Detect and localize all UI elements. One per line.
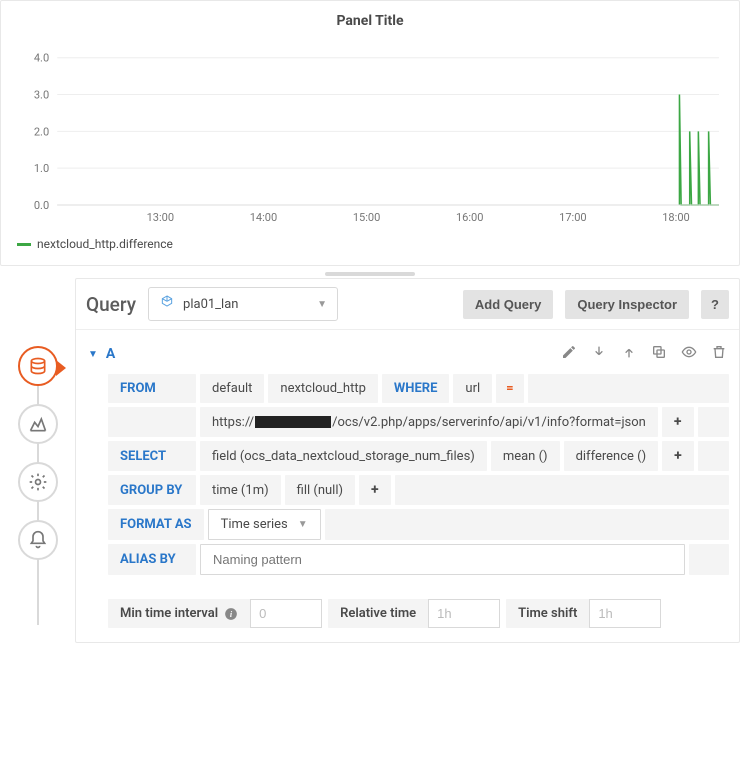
tab-queries[interactable] bbox=[18, 346, 58, 386]
segment-fill bbox=[325, 509, 729, 540]
svg-text:13:00: 13:00 bbox=[147, 211, 175, 224]
svg-text:14:00: 14:00 bbox=[250, 211, 278, 224]
where-keyword: WHERE bbox=[382, 374, 450, 403]
query-row-letter: A bbox=[106, 346, 115, 362]
from-label: FROM bbox=[108, 374, 196, 403]
edit-icon[interactable] bbox=[561, 344, 577, 364]
delete-icon[interactable] bbox=[711, 344, 727, 364]
svg-text:3.0: 3.0 bbox=[34, 89, 49, 102]
datasource-picker[interactable]: pla01_lan ▼ bbox=[148, 287, 338, 321]
from-measurement[interactable]: nextcloud_http bbox=[268, 374, 377, 403]
time-shift-label: Time shift bbox=[506, 599, 589, 628]
redacted-host bbox=[255, 416, 331, 428]
svg-text:4.0: 4.0 bbox=[34, 52, 49, 65]
select-add-button[interactable]: + bbox=[662, 441, 694, 471]
select-field[interactable]: field (ocs_data_nextcloud_storage_num_fi… bbox=[200, 441, 487, 471]
query-editor: Query pla01_lan ▼ Add Query Query Inspec… bbox=[75, 278, 740, 643]
svg-text:2.0: 2.0 bbox=[34, 125, 49, 138]
add-query-button[interactable]: Add Query bbox=[463, 290, 553, 319]
legend-label: nextcloud_http.difference bbox=[37, 237, 173, 251]
min-interval-input[interactable] bbox=[259, 600, 313, 627]
relative-time-input[interactable] bbox=[437, 600, 491, 627]
segment-fill bbox=[689, 544, 729, 575]
query-heading: Query bbox=[86, 293, 136, 316]
min-interval-label: Min time interval i bbox=[108, 599, 250, 628]
select-label: SELECT bbox=[108, 441, 196, 471]
formatas-select[interactable]: Time series ▼ bbox=[208, 509, 321, 540]
query-row-a-header[interactable]: ▼ A bbox=[86, 338, 729, 370]
segment-fill bbox=[395, 475, 729, 505]
editor-tabs bbox=[0, 278, 75, 643]
svg-text:18:00: 18:00 bbox=[662, 211, 690, 224]
svg-text:15:00: 15:00 bbox=[353, 211, 381, 224]
collapse-icon: ▼ bbox=[88, 349, 98, 360]
move-down-icon[interactable] bbox=[591, 344, 607, 364]
groupby-add-button[interactable]: + bbox=[359, 475, 391, 505]
select-difference[interactable]: difference () bbox=[564, 441, 659, 471]
legend[interactable]: nextcloud_http.difference bbox=[11, 233, 729, 253]
from-retention-policy[interactable]: default bbox=[200, 374, 264, 403]
segment-fill bbox=[698, 441, 729, 471]
svg-text:17:00: 17:00 bbox=[559, 211, 587, 224]
segment-fill bbox=[698, 407, 729, 437]
groupby-time[interactable]: time (1m) bbox=[200, 475, 281, 505]
caret-down-icon: ▼ bbox=[317, 299, 327, 310]
svg-text:16:00: 16:00 bbox=[456, 211, 484, 224]
toggle-visibility-icon[interactable] bbox=[681, 344, 697, 364]
aliasby-input-wrap bbox=[200, 544, 685, 575]
info-icon[interactable]: i bbox=[224, 607, 238, 621]
groupby-fill[interactable]: fill (null) bbox=[285, 475, 355, 505]
formatas-value: Time series bbox=[221, 517, 288, 532]
select-mean[interactable]: mean () bbox=[491, 441, 560, 471]
caret-down-icon: ▼ bbox=[298, 519, 308, 530]
aliasby-input[interactable] bbox=[213, 552, 672, 567]
relative-time-label: Relative time bbox=[328, 599, 428, 628]
time-shift-input[interactable] bbox=[598, 600, 652, 627]
row-indent bbox=[108, 407, 196, 437]
chart-panel: Panel Title 0.0 1.0 2.0 3.0 4.0 13:00 14:00 15:… bbox=[0, 0, 740, 266]
svg-text:0.0: 0.0 bbox=[34, 199, 49, 212]
duplicate-icon[interactable] bbox=[651, 344, 667, 364]
where-field[interactable]: url bbox=[453, 374, 492, 403]
segment-fill bbox=[528, 374, 729, 403]
legend-swatch bbox=[17, 243, 31, 246]
tab-general[interactable] bbox=[18, 462, 58, 502]
formatas-label: FORMAT AS bbox=[108, 509, 204, 540]
move-up-icon[interactable] bbox=[621, 344, 637, 364]
query-inspector-button[interactable]: Query Inspector bbox=[565, 290, 689, 319]
svg-text:1.0: 1.0 bbox=[34, 162, 49, 175]
where-value[interactable]: https:///ocs/v2.php/apps/serverinfo/api/… bbox=[200, 407, 658, 437]
chart[interactable]: 0.0 1.0 2.0 3.0 4.0 13:00 14:00 15:00 16:00 17:00… bbox=[21, 37, 725, 227]
where-operator[interactable]: = bbox=[496, 374, 523, 403]
datasource-icon bbox=[159, 294, 175, 314]
tab-visualization[interactable] bbox=[18, 404, 58, 444]
groupby-label: GROUP BY bbox=[108, 475, 196, 505]
where-add-button[interactable]: + bbox=[662, 407, 694, 437]
help-button[interactable]: ? bbox=[701, 290, 729, 319]
aliasby-label: ALIAS BY bbox=[108, 544, 196, 575]
panel-title: Panel Title bbox=[11, 9, 729, 37]
datasource-name: pla01_lan bbox=[183, 297, 309, 312]
tab-alert[interactable] bbox=[18, 520, 58, 560]
